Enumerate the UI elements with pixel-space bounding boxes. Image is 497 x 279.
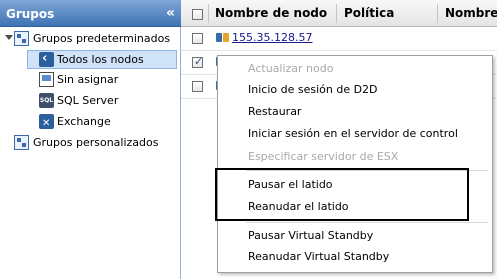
table-row[interactable]: 155.35.128.57 <box>181 27 497 51</box>
menu-item-pause-virtual-standby[interactable]: Pausar Virtual Standby <box>218 226 492 246</box>
row-checkbox[interactable] <box>192 81 203 92</box>
groups-panel: Grupos « Grupos predeterminados Todos lo… <box>0 0 181 279</box>
monitor-icon <box>39 72 54 87</box>
menu-item-resume-virtual-standby[interactable]: Reanudar Virtual Standby <box>218 247 492 267</box>
tree-item-label: Grupos personalizados <box>33 136 159 149</box>
menu-item-label: Reanudar el latido <box>248 200 349 213</box>
node-icon <box>216 31 230 45</box>
menu-item-control-server-login[interactable]: Iniciar sesión en el servidor de control <box>218 124 492 144</box>
menu-item-label: Especificar servidor de ESX <box>248 150 399 163</box>
tree-item-unassigned[interactable]: Sin asignar <box>0 70 181 89</box>
tree-item-sql-server[interactable]: SQL SQL Server <box>0 91 181 110</box>
select-all-checkbox[interactable] <box>192 9 203 20</box>
menu-item-label: Actualizar nodo <box>248 62 334 75</box>
sql-server-icon: SQL <box>39 93 54 108</box>
tree-item-label: Sin asignar <box>57 73 119 86</box>
tree-item-label: SQL Server <box>57 94 119 107</box>
tree-item-exchange[interactable]: Exchange <box>0 112 181 133</box>
node-name-link[interactable]: 155.35.128.57 <box>232 31 312 44</box>
menu-item-d2d-login[interactable]: Inicio de sesión de D2D <box>218 80 492 100</box>
groups-panel-title: Grupos <box>6 7 55 21</box>
menu-item-label: Pausar el latido <box>248 178 333 191</box>
grid-header: Nombre de nodo Política Nombre <box>181 0 497 27</box>
menu-item-label: Pausar Virtual Standby <box>248 229 374 242</box>
menu-item-label: Iniciar sesión en el servidor de control <box>248 127 458 140</box>
column-divider <box>437 4 438 23</box>
tree-item-label: Exchange <box>57 115 111 128</box>
menu-separator <box>246 222 488 223</box>
menu-separator <box>246 170 488 171</box>
column-divider <box>208 4 209 23</box>
column-divider <box>336 4 337 23</box>
tree-item-label: Todos los nodos <box>57 53 144 66</box>
menu-item-pause-heartbeat[interactable]: Pausar el latido <box>218 175 492 195</box>
menu-item-label: Restaurar <box>248 105 302 118</box>
exchange-icon <box>39 114 54 133</box>
menu-item-label: Reanudar Virtual Standby <box>248 250 390 263</box>
column-header-name[interactable]: Nombre <box>445 0 497 27</box>
context-menu: Actualizar nodo Inicio de sesión de D2D … <box>217 55 493 273</box>
row-checkbox[interactable] <box>192 55 203 68</box>
menu-item-label: Inicio de sesión de D2D <box>248 83 378 96</box>
all-nodes-icon <box>39 49 54 68</box>
chevron-down-icon[interactable] <box>5 35 13 40</box>
tree-item-custom-groups[interactable]: Grupos personalizados <box>0 133 181 152</box>
column-header-policy[interactable]: Política <box>344 0 394 27</box>
collapse-panel-icon[interactable]: « <box>166 5 175 21</box>
menu-item-update-node[interactable]: Actualizar nodo <box>218 59 492 79</box>
column-header-node-name[interactable]: Nombre de nodo <box>215 0 327 27</box>
row-checkbox[interactable] <box>192 33 203 44</box>
groups-panel-header: Grupos « <box>0 0 181 27</box>
tree-item-all-nodes[interactable]: Todos los nodos <box>27 49 177 69</box>
group-icon <box>14 31 29 46</box>
group-icon <box>14 135 29 150</box>
menu-item-resume-heartbeat[interactable]: Reanudar el latido <box>218 197 492 217</box>
menu-item-specify-esx-server[interactable]: Especificar servidor de ESX <box>218 147 492 167</box>
tree-item-default-groups[interactable]: Grupos predeterminados <box>0 29 181 48</box>
tree-item-label: Grupos predeterminados <box>33 32 171 45</box>
menu-item-restore[interactable]: Restaurar <box>218 102 492 122</box>
